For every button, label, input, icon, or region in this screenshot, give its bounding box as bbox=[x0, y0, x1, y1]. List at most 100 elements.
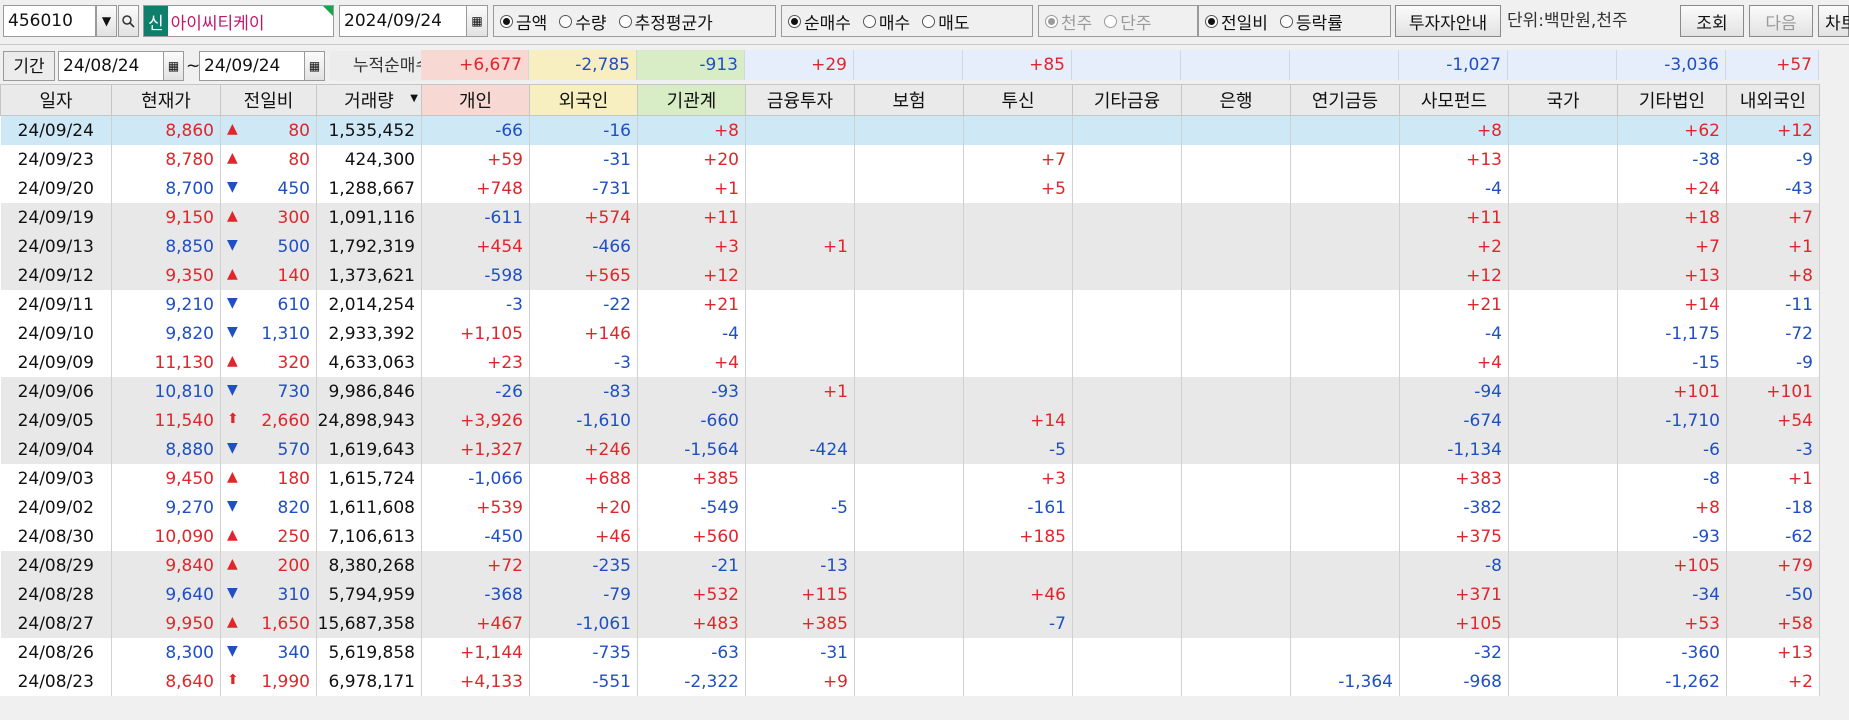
column-header[interactable]: 기관계 bbox=[637, 84, 746, 116]
investor-value-cell bbox=[1508, 145, 1618, 174]
chart-button[interactable]: 차트 bbox=[1818, 5, 1849, 37]
period-from-input[interactable]: 24/08/24 bbox=[58, 51, 166, 81]
radio-net-buy[interactable]: 순매수 bbox=[788, 9, 851, 34]
table-row[interactable]: 24/09/02 9,270 ▼ 820 1,611,608 +539 +20 -549 -5 -… bbox=[0, 493, 1820, 522]
column-header[interactable]: 금융투자 bbox=[745, 84, 855, 116]
radio-quantity[interactable]: 수량 bbox=[559, 9, 607, 34]
column-header[interactable]: 내외국인 bbox=[1726, 84, 1820, 116]
volume-cell: 1,091,116 bbox=[316, 203, 422, 232]
sort-dropdown-icon[interactable]: ▼ bbox=[410, 93, 418, 104]
next-button[interactable]: 다음 bbox=[1749, 5, 1813, 37]
unit-label: 단위:백만원,천주 bbox=[1507, 11, 1628, 31]
table-row[interactable]: 24/09/11 9,210 ▼ 610 2,014,254 -3 -22 +21 +21 +14… bbox=[0, 290, 1820, 319]
column-header[interactable]: 투신 bbox=[963, 84, 1073, 116]
date-cell: 24/08/27 bbox=[0, 609, 112, 638]
table-row[interactable]: 24/09/04 8,880 ▼ 570 1,619,643 +1,327 +246 -1,5… bbox=[0, 435, 1820, 464]
column-header[interactable]: 외국인 bbox=[529, 84, 638, 116]
change-value: 300 bbox=[277, 207, 310, 228]
table-row[interactable]: 24/09/05 11,540 ⬆ 2,660 24,898,943 +3,926 -1,6… bbox=[0, 406, 1820, 435]
radio-label: 수량 bbox=[575, 13, 607, 34]
column-header[interactable]: 거래량 ▼ bbox=[316, 84, 422, 116]
investor-value-cell: -93 bbox=[1617, 522, 1727, 551]
period-to-input[interactable]: 24/09/24 bbox=[199, 51, 307, 81]
radio-dot-icon bbox=[1045, 14, 1058, 28]
column-header[interactable]: 사모펀드 bbox=[1399, 84, 1509, 116]
stock-code-input[interactable]: 456010 bbox=[3, 5, 96, 37]
radio-buy[interactable]: 매수 bbox=[862, 9, 910, 34]
investor-value-cell bbox=[1072, 551, 1182, 580]
table-row[interactable]: 24/08/28 9,640 ▼ 310 5,794,959 -368 -79 +532 +11… bbox=[0, 580, 1820, 609]
table-row[interactable]: 24/08/23 8,640 ⬆ 1,990 6,978,171 +4,133 -551 -2… bbox=[0, 667, 1820, 696]
investor-value-cell: +8 bbox=[1399, 115, 1509, 145]
investor-value-cell bbox=[854, 261, 964, 290]
search-button[interactable]: 조회 bbox=[1680, 5, 1744, 37]
radio-dot-icon bbox=[922, 14, 936, 28]
column-header[interactable]: 보험 bbox=[854, 84, 964, 116]
period-from-calendar-button[interactable]: ▦ bbox=[163, 51, 184, 81]
column-header[interactable]: 현재가 bbox=[111, 84, 221, 116]
date-picker-button[interactable]: ▦ bbox=[466, 5, 488, 37]
radio-group-shares: 천주 단주 bbox=[1038, 5, 1198, 37]
table-row[interactable]: 24/09/10 9,820 ▼ 1,310 2,933,392 +1,105 +146 -4… bbox=[0, 319, 1820, 348]
column-header[interactable]: 기타금융 bbox=[1072, 84, 1182, 116]
investor-value-cell bbox=[1290, 348, 1400, 377]
investor-value-cell bbox=[1181, 609, 1291, 638]
table-row[interactable]: 24/09/19 9,150 ▲ 300 1,091,116 -611 +574 +11 +11… bbox=[0, 203, 1820, 232]
table-row[interactable]: 24/08/26 8,300 ▼ 340 5,619,858 +1,144 -735 -63-… bbox=[0, 638, 1820, 667]
table-row[interactable]: 24/09/24 8,860 ▲ 80 1,535,452 -66 -16 +8 +8 +62 +1… bbox=[0, 115, 1820, 145]
radio-thousand-shares[interactable]: 천주 bbox=[1045, 9, 1092, 34]
investor-value-cell bbox=[1072, 638, 1182, 667]
radio-est-avg[interactable]: 추정평균가 bbox=[618, 9, 713, 34]
investor-value-cell: +467 bbox=[421, 609, 530, 638]
investor-value-cell bbox=[1508, 522, 1618, 551]
column-header[interactable]: 은행 bbox=[1181, 84, 1291, 116]
table-row[interactable]: 24/09/23 8,780 ▲ 80 424,300 +59 -31 +20 +7 +13 -38… bbox=[0, 145, 1820, 174]
investor-value-cell bbox=[1072, 115, 1182, 145]
table-row[interactable]: 24/09/20 8,700 ▼ 450 1,288,667 +748 -731 +1 +5 -4… bbox=[0, 174, 1820, 203]
column-header[interactable]: 전일비 bbox=[220, 84, 317, 116]
table-row[interactable]: 24/08/30 10,090 ▲ 250 7,106,613 -450 +46 +560 +1… bbox=[0, 522, 1820, 551]
investor-value-cell bbox=[854, 522, 964, 551]
column-header[interactable]: 개인 bbox=[421, 84, 530, 116]
radio-single-shares[interactable]: 단주 bbox=[1104, 9, 1152, 34]
up-triangle-icon: ▲ bbox=[227, 468, 238, 485]
investor-value-cell bbox=[1072, 203, 1182, 232]
investor-value-cell: +2 bbox=[1726, 667, 1820, 696]
investor-value-cell: +7 bbox=[1617, 232, 1727, 261]
investor-value-cell bbox=[1290, 377, 1400, 406]
table-row[interactable]: 24/08/27 9,950 ▲ 1,650 15,687,358 +467 -1,061 +… bbox=[0, 609, 1820, 638]
volume-cell: 5,794,959 bbox=[316, 580, 422, 609]
investor-value-cell bbox=[854, 319, 964, 348]
price-cell: 9,820 bbox=[111, 319, 221, 348]
column-header[interactable]: 연기금등 bbox=[1290, 84, 1400, 116]
table-row[interactable]: 24/09/12 9,350 ▲ 140 1,373,621 -598 +565 +12 +12… bbox=[0, 261, 1820, 290]
stock-name-field[interactable]: 신 아이씨티케이 bbox=[143, 5, 334, 37]
investor-value-cell bbox=[1181, 667, 1291, 696]
investor-value-cell bbox=[963, 232, 1073, 261]
price-cell: 8,880 bbox=[111, 435, 221, 464]
investor-info-button[interactable]: 투자자안내 bbox=[1395, 5, 1501, 37]
period-to-calendar-button[interactable]: ▦ bbox=[304, 51, 325, 81]
table-row[interactable]: 24/09/03 9,450 ▲ 180 1,615,724 -1,066 +688 +385… bbox=[0, 464, 1820, 493]
summary-cell: -3,036 bbox=[1617, 50, 1726, 80]
table-row[interactable]: 24/09/06 10,810 ▼ 730 9,986,846 -26 -83 -93 +1 -9… bbox=[0, 377, 1820, 406]
summary-cell: -913 bbox=[637, 50, 745, 80]
table-row[interactable]: 24/09/09 11,130 ▲ 320 4,633,063 +23 -3 +4 +4 -15-… bbox=[0, 348, 1820, 377]
code-search-button[interactable] bbox=[118, 5, 139, 37]
investor-value-cell bbox=[1508, 464, 1618, 493]
code-dropdown-button[interactable]: ▼ bbox=[96, 5, 117, 37]
column-header[interactable]: 일자 bbox=[0, 84, 112, 116]
radio-change-rate[interactable]: 등락률 bbox=[1279, 9, 1343, 34]
date-input[interactable]: 2024/09/24 bbox=[339, 5, 469, 37]
radio-prev-day[interactable]: 전일비 bbox=[1205, 9, 1268, 34]
column-header[interactable]: 국가 bbox=[1508, 84, 1618, 116]
radio-sell[interactable]: 매도 bbox=[922, 9, 969, 34]
table-row[interactable]: 24/08/29 9,840 ▲ 200 8,380,268 +72 -235 -21 -13 -… bbox=[0, 551, 1820, 580]
radio-amount[interactable]: 금액 bbox=[500, 9, 547, 34]
investor-value-cell: +539 bbox=[421, 493, 530, 522]
table-row[interactable]: 24/09/13 8,850 ▼ 500 1,792,319 +454 -466 +3 +1 +2… bbox=[0, 232, 1820, 261]
investor-value-cell: -1,175 bbox=[1617, 319, 1727, 348]
stock-name: 아이씨티케이 bbox=[170, 13, 265, 34]
column-header[interactable]: 기타법인 bbox=[1617, 84, 1727, 116]
investor-value-cell bbox=[854, 551, 964, 580]
